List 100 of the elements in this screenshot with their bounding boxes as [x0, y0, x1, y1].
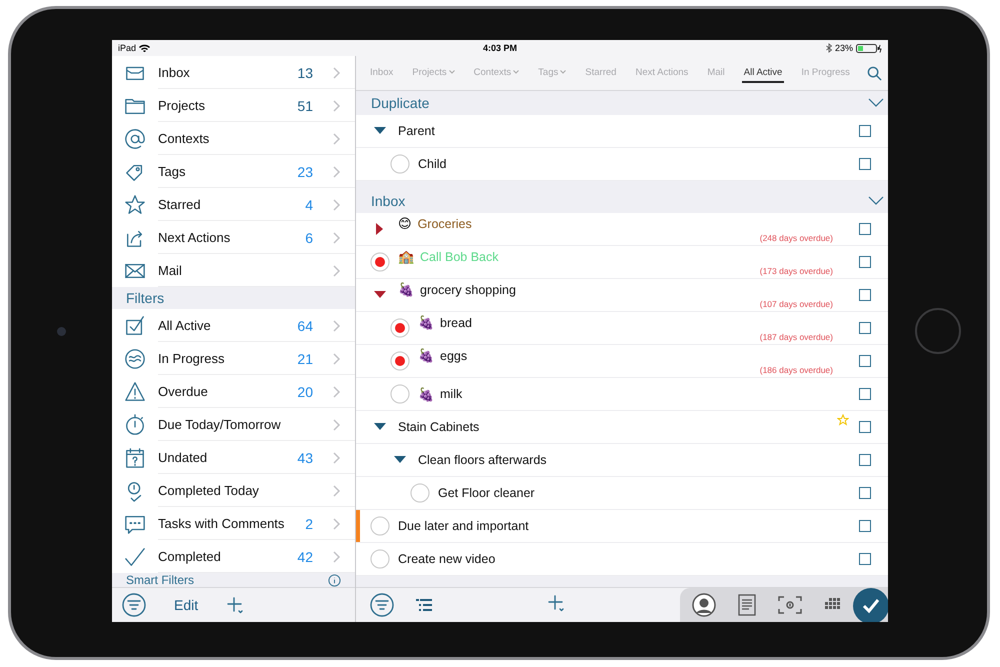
sidebar-item[interactable]: Undated 43 — [112, 441, 355, 474]
emoji: 😊 — [398, 216, 412, 232]
add-icon[interactable] — [226, 596, 244, 614]
chevron-right-icon — [333, 198, 341, 210]
sidebar-item[interactable]: Tasks with Comments 2 — [112, 507, 355, 540]
task-title: Create new video — [398, 552, 496, 566]
chevron-right-icon — [333, 452, 341, 464]
item-count: 6 — [305, 230, 313, 246]
filter-tab[interactable]: All Active — [742, 64, 784, 82]
camera-icon — [57, 326, 66, 336]
checkbox[interactable] — [859, 355, 871, 367]
item-count: 51 — [297, 98, 313, 114]
info-icon[interactable] — [328, 574, 341, 586]
chevron-right-icon — [333, 264, 341, 276]
task-title: Groceries — [418, 217, 472, 231]
section-title: Smart Filters — [126, 573, 194, 587]
overdue-circle-icon[interactable] — [370, 252, 390, 272]
sidebar-item[interactable]: All Active 64 — [112, 309, 355, 342]
task-row[interactable]: 🍇 grocery shopping (107 days overdue) — [356, 279, 888, 312]
item-count: 13 — [297, 64, 313, 80]
chevron-right-icon — [333, 484, 341, 496]
item-count: 43 — [297, 450, 313, 466]
section-title: Duplicate — [371, 95, 430, 111]
section-header[interactable]: Inbox — [356, 189, 888, 213]
sidebar-item[interactable]: Inbox 13 — [112, 56, 355, 89]
task-row[interactable]: Get Floor cleaner — [356, 477, 888, 510]
item-count: 21 — [297, 350, 313, 366]
complete-button[interactable] — [853, 588, 888, 622]
task-row[interactable]: Create new video — [356, 543, 888, 576]
filter-menu-icon[interactable] — [122, 593, 146, 617]
item-count: 64 — [297, 318, 313, 334]
checkbox[interactable] — [859, 158, 871, 170]
overdue-label: (187 days overdue) — [760, 332, 833, 342]
checkbox[interactable] — [859, 388, 871, 400]
task-row[interactable]: 🏫 Call Bob Back (173 days overdue) — [356, 246, 888, 279]
chevron-down-icon[interactable] — [868, 98, 884, 108]
checkbox[interactable] — [859, 256, 871, 268]
sidebar-item[interactable]: Due Today/Tomorrow — [112, 408, 355, 441]
stopwatch-icon — [124, 414, 146, 436]
task-row[interactable]: Clean floors afterwards — [356, 444, 888, 477]
task-title: milk — [440, 387, 462, 401]
item-count: 4 — [305, 196, 313, 212]
checkmark-icon — [124, 546, 146, 568]
document-icon[interactable] — [738, 594, 756, 616]
sidebar-item[interactable]: Starred 4 — [112, 188, 355, 221]
checked-box-icon — [124, 314, 146, 336]
person-silhouette-icon[interactable] — [692, 593, 716, 617]
chevron-right-icon — [333, 232, 341, 244]
task-row[interactable]: Parent — [356, 115, 888, 148]
checkbox[interactable] — [859, 125, 871, 137]
checkbox[interactable] — [859, 553, 871, 565]
overdue-label: (173 days overdue) — [760, 266, 833, 276]
task-row[interactable]: Due later and important — [356, 510, 888, 543]
checkbox[interactable] — [859, 421, 871, 433]
list-icon[interactable] — [416, 599, 432, 611]
task-row[interactable]: Stain Cabinets — [356, 411, 888, 444]
edit-button[interactable]: Edit — [174, 597, 198, 613]
chevron-right-icon — [333, 352, 341, 364]
emoji: 🏫 — [398, 249, 414, 264]
overdue-label: (107 days overdue) — [760, 299, 833, 309]
sidebar-item[interactable]: Tags 23 — [112, 155, 355, 188]
section-header[interactable]: Duplicate — [356, 91, 888, 115]
checkbox[interactable] — [859, 520, 871, 532]
task-row[interactable]: 😊 Groceries (248 days overdue) — [356, 213, 888, 246]
section-title: Inbox — [371, 193, 406, 209]
task-row[interactable]: Child — [356, 148, 888, 181]
sidebar-item[interactable]: Overdue 20 — [112, 375, 355, 408]
grid-icon[interactable] — [824, 598, 842, 612]
sidebar-item[interactable]: Completed Today — [112, 474, 355, 507]
item-count: 20 — [297, 384, 313, 400]
search-icon[interactable] — [866, 66, 882, 80]
emoji: 🍇 — [418, 315, 434, 330]
add-icon[interactable] — [547, 594, 565, 612]
sidebar-item[interactable]: Mail — [112, 254, 355, 287]
chevron-right-icon — [333, 386, 341, 398]
checkbox[interactable] — [859, 322, 871, 334]
sidebar-item[interactable]: Contexts — [112, 122, 355, 155]
overdue-circle-icon[interactable] — [390, 318, 410, 338]
task-title: grocery shopping — [420, 282, 516, 296]
sidebar-item[interactable]: Next Actions 6 — [112, 221, 355, 254]
sidebar-item[interactable]: Projects 51 — [112, 89, 355, 122]
star-icon — [124, 194, 146, 216]
chevron-right-icon — [333, 550, 341, 562]
filter-menu-icon[interactable] — [370, 593, 394, 617]
task-row[interactable]: 🍇 eggs (186 days overdue) — [356, 345, 888, 378]
checkbox[interactable] — [859, 223, 871, 235]
focus-frame-icon[interactable] — [778, 596, 802, 614]
task-row[interactable]: 🍇 milk — [356, 378, 888, 411]
checkbox[interactable] — [859, 289, 871, 301]
task-row[interactable]: 🍇 bread (187 days overdue) — [356, 312, 888, 345]
item-count: 42 — [297, 548, 313, 564]
chevron-down-icon[interactable] — [868, 196, 884, 206]
chevron-right-icon — [333, 100, 341, 112]
star-icon[interactable] — [837, 414, 849, 426]
checkbox[interactable] — [859, 487, 871, 499]
overdue-label: (248 days overdue) — [760, 233, 833, 243]
sidebar-item[interactable]: In Progress 21 — [112, 342, 355, 375]
sidebar-item[interactable]: Completed 42 — [112, 540, 355, 573]
checkbox[interactable] — [859, 454, 871, 466]
overdue-circle-icon[interactable] — [390, 351, 410, 371]
